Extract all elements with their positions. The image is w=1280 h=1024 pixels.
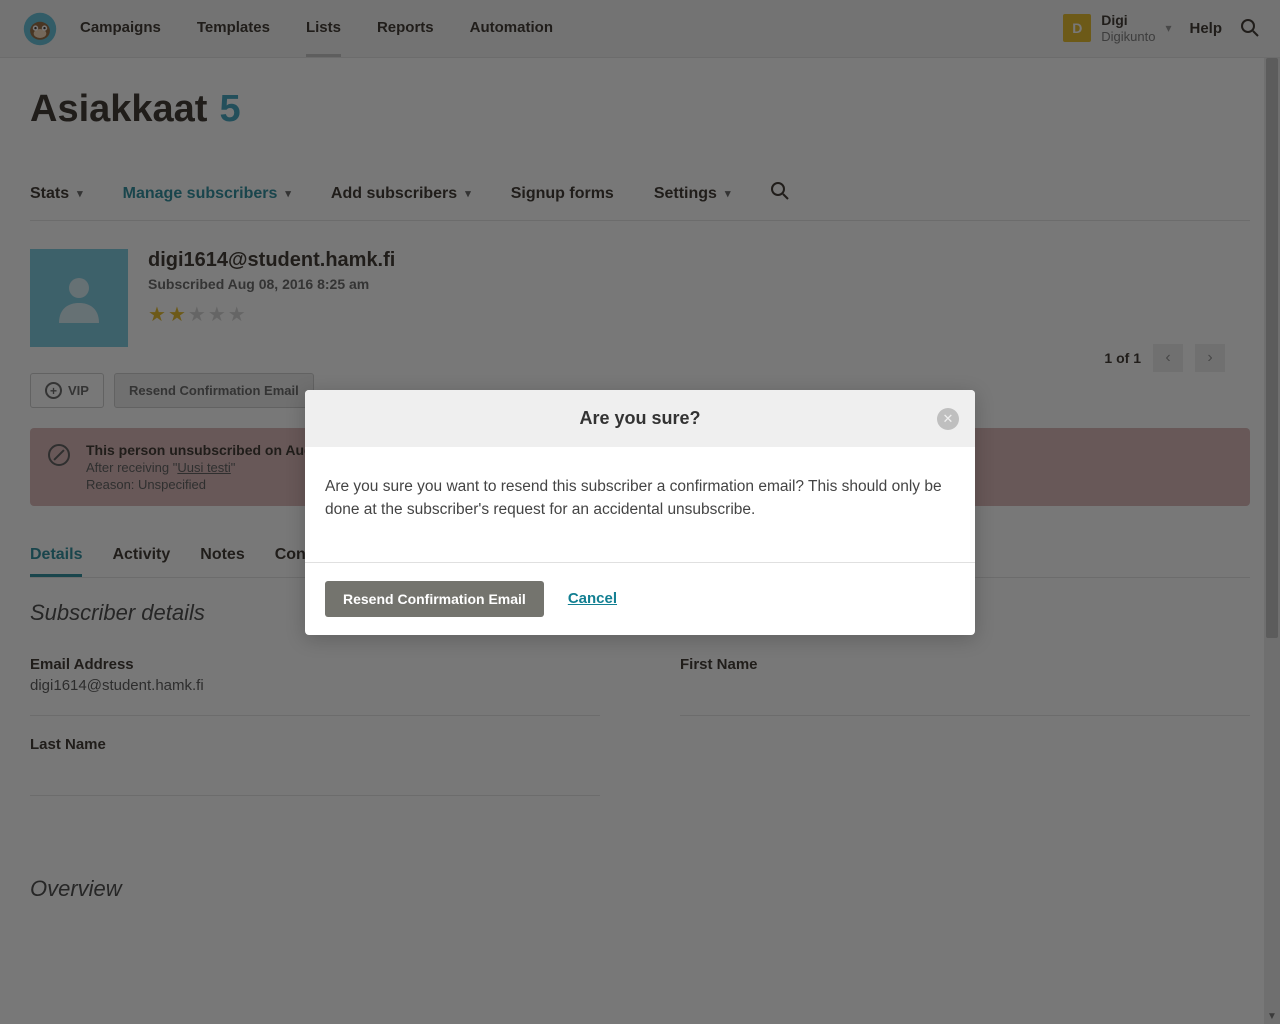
confirm-modal: Are you sure? ✕ Are you sure you want to… [305, 390, 975, 635]
modal-confirm-button[interactable]: Resend Confirmation Email [325, 581, 544, 617]
modal-footer: Resend Confirmation Email Cancel [305, 562, 975, 635]
modal-close-button[interactable]: ✕ [937, 408, 959, 430]
modal-title: Are you sure? [579, 408, 700, 429]
modal-body: Are you sure you want to resend this sub… [305, 447, 975, 562]
modal-cancel-link[interactable]: Cancel [568, 590, 617, 607]
modal-overlay: Are you sure? ✕ Are you sure you want to… [0, 0, 1280, 1024]
close-icon: ✕ [943, 411, 954, 427]
modal-header: Are you sure? ✕ [305, 390, 975, 447]
